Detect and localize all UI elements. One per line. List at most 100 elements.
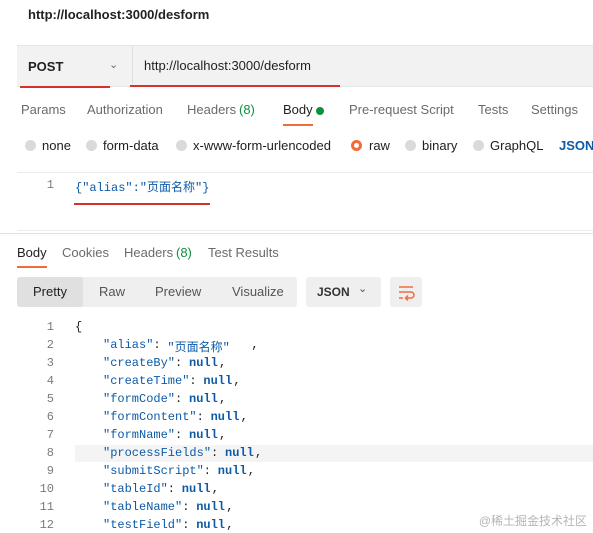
json-comma: , [219,392,227,406]
line-number: 1 [46,178,54,192]
json-value: null [210,410,240,424]
tab-headers[interactable]: Headers [187,102,236,117]
json-key: "alias" [103,338,154,352]
json-value: null [217,464,247,478]
page-title: http://localhost:3000/desform [28,7,210,22]
url-input[interactable]: http://localhost:3000/desform [144,58,311,73]
line-number: 5 [46,392,54,406]
response-tabs: Body Cookies Headers (8) Test Results [0,245,593,265]
tab-settings[interactable]: Settings [531,102,578,117]
radio-form-data[interactable] [86,140,97,151]
json-colon: : [175,392,190,406]
response-headers-count-badge: (8) [176,245,192,260]
radio-binary[interactable] [405,140,416,151]
radio-label-form-data: form-data [103,138,159,153]
json-value: null [225,446,254,460]
tab-response-body[interactable]: Body [17,245,47,260]
view-visualize-button[interactable]: Visualize [232,284,284,299]
line-number: 9 [46,464,54,478]
json-value: "页面名称" [167,341,230,355]
json-colon: : [175,356,190,370]
line-number: 8 [46,446,54,460]
radio-label-none: none [42,138,71,153]
watermark: @稀土掘金技术社区 [478,514,587,528]
chevron-down-icon: ⌄ [358,283,368,295]
json-key: "submitScript" [103,464,204,478]
json-colon: : [211,446,226,460]
request-tabs: Params Authorization Headers (8) Body Pr… [0,102,593,122]
json-value: null [189,356,218,370]
response-format-label: JSON [317,285,350,299]
json-key: "createBy" [103,356,176,370]
line-number: 6 [46,410,54,424]
request-body-code[interactable]: {"alias":"页面名称"} [75,178,209,195]
radio-label-raw: raw [369,138,390,153]
radio-raw[interactable] [351,140,362,151]
wrap-lines-icon [399,286,415,302]
active-tab-underline [283,124,313,126]
json-comma: , [255,446,263,460]
body-indicator-dot [316,107,324,115]
line-number: 1 [46,320,54,334]
tab-cookies[interactable]: Cookies [62,245,109,260]
tab-pre-request-script[interactable]: Pre-request Script [349,102,454,117]
radio-label-urlencoded: x-www-form-urlencoded [193,138,331,153]
json-comma: , [240,410,248,424]
tab-test-results[interactable]: Test Results [208,245,279,260]
tab-authorization[interactable]: Authorization [87,102,163,117]
radio-x-www-form-urlencoded[interactable] [176,140,187,151]
json-colon: : [182,518,197,532]
radio-none[interactable] [25,140,36,151]
json-value: null [203,374,233,388]
active-tab-underline [17,266,47,268]
json-comma: , [233,374,241,388]
tab-response-headers[interactable]: Headers [124,245,173,260]
json-comma: , [247,464,255,478]
radio-label-graphql: GraphQL [490,138,544,153]
tab-params[interactable]: Params [21,102,66,117]
json-key: "formContent" [103,410,197,424]
view-raw-button[interactable]: Raw [99,284,125,299]
wrap-lines-button[interactable] [390,277,422,307]
json-colon: : [182,500,197,514]
json-brace: { [75,320,83,334]
json-colon: : [167,482,183,496]
radio-graphql[interactable] [473,140,484,151]
line-number: 3 [46,356,54,370]
view-preview-button[interactable]: Preview [155,284,201,299]
json-key: "formName" [103,428,176,442]
json-key: "formCode" [103,392,176,406]
headers-count-badge: (8) [239,102,255,117]
annotation-underline [130,85,340,87]
json-comma: , [219,428,227,442]
json-colon: : [175,428,190,442]
line-number: 4 [46,374,54,388]
view-pretty-label: Pretty [33,284,67,299]
line-number: 2 [46,338,54,352]
line-number: 10 [39,482,54,496]
json-key: "tableId" [103,482,168,496]
chevron-down-icon[interactable]: ⌄ [109,58,118,71]
json-value: null [196,500,225,514]
line-number: 12 [39,518,54,532]
json-comma: , [219,356,227,370]
json-comma: , [226,518,234,532]
json-value: null [196,518,225,532]
json-comma: , [226,500,234,514]
line-number: 7 [46,428,54,442]
json-colon: : [203,464,219,478]
format-select-json[interactable]: JSON [559,138,593,153]
json-value: null [181,482,211,496]
json-comma: , [211,482,219,496]
json-key: "createTime" [103,374,190,388]
json-colon: : [196,410,211,424]
radio-label-binary: binary [422,138,458,153]
json-colon: : [153,338,168,352]
tab-body[interactable]: Body [283,102,313,117]
line-number: 11 [39,500,54,514]
annotation-underline [20,86,110,88]
tab-tests[interactable]: Tests [478,102,508,117]
method-label: POST [28,59,64,74]
json-key: "tableName" [103,500,183,514]
json-comma: , [251,338,259,352]
